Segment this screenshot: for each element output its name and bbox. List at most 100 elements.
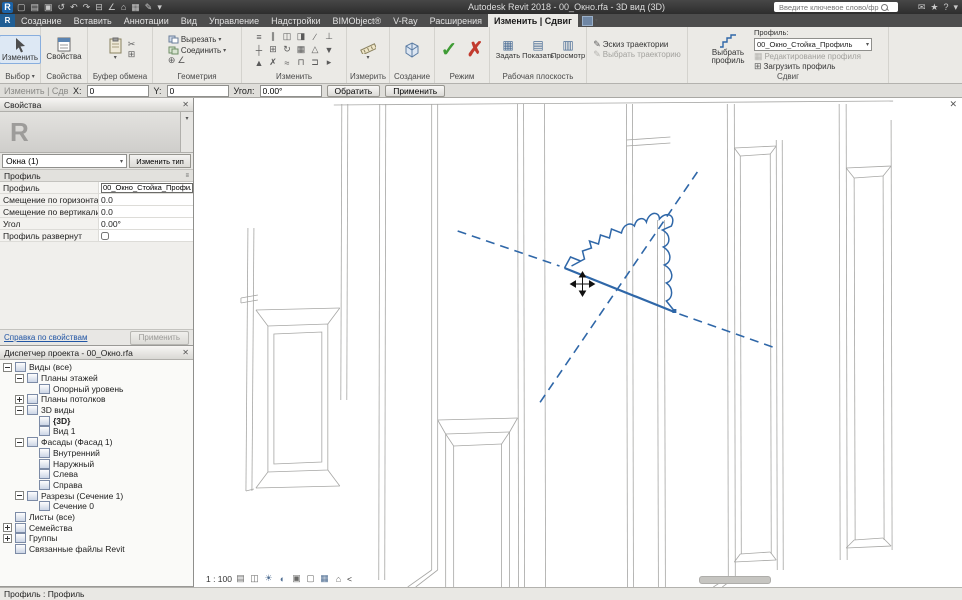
panel-select-label[interactable]: Выбор▾ [0,71,40,82]
close-icon[interactable]: ✕ [182,100,189,109]
reveal-hidden-icon[interactable]: ⌂ [333,573,344,584]
tree-item-3dviews[interactable]: 3D виды [0,405,193,416]
load-profile-button[interactable]: ⊞ Загрузить профиль [754,62,835,71]
view-close-icon[interactable]: ✕ [949,99,957,110]
more-tools-icon[interactable]: ▸ [322,56,336,69]
temporary-hide-icon[interactable]: ▦ [319,573,330,584]
tab-addins[interactable]: Надстройки [265,14,326,27]
workplane-viewer-button[interactable]: ▥ Просмотр [554,39,582,60]
mirror-pick-icon[interactable]: ◨ [294,30,308,43]
profile-flipped-checkbox[interactable] [101,232,109,240]
pick-path-button[interactable]: ✎ Выбрать траекторию [593,50,681,59]
tab-insert[interactable]: Вставить [68,14,118,27]
tab-extensions[interactable]: Расширения [424,14,488,27]
section-icon[interactable]: ▦ [131,0,140,14]
path-dashed-left[interactable] [458,231,560,266]
revit-logo-icon[interactable]: R [2,2,13,13]
trim-icon[interactable]: ⊥ [322,30,336,43]
expand-icon[interactable] [3,534,12,543]
tree-item-sections[interactable]: Разрезы (Сечение 1) [0,490,193,501]
apply-properties-button[interactable]: Применить [130,331,189,345]
tree-item-3d[interactable]: {3D} [0,415,193,426]
favorites-icon[interactable]: ★ [930,0,938,14]
file-tab[interactable]: R [0,14,15,27]
demolish-icon[interactable]: ∠ [177,56,185,65]
property-value[interactable]: 0.00° [99,218,193,229]
match-type-icon[interactable]: ≈ [280,56,294,69]
offset-icon[interactable]: ∥ [266,30,280,43]
x-input[interactable] [87,85,149,97]
drawing-canvas[interactable] [194,98,962,587]
tree-item-interior[interactable]: Внутренний [0,448,193,459]
tab-create[interactable]: Создание [15,14,68,27]
drawing-area[interactable]: ✕ 1 : 100 ▤ ◫ ☀ ◐ ▣ ▢ ▦ ⌂ < [193,98,962,587]
properties-header[interactable]: Свойства ✕ [0,98,193,112]
close-icon[interactable]: ✕ [182,348,189,357]
tree-item-revit-links[interactable]: Связанные файлы Revit [0,544,193,555]
tree-item-sheets[interactable]: Листы (все) [0,512,193,523]
rotate-icon[interactable]: ↻ [280,43,294,56]
tab-modify-sweep[interactable]: Изменить | Сдвиг [488,14,578,27]
tab-view[interactable]: Вид [175,14,203,27]
align-icon[interactable]: ≡ [252,30,266,43]
edit-type-button[interactable]: Изменить тип [129,154,191,168]
profile-name-input[interactable] [101,183,193,193]
shadows-icon[interactable]: ◐ [277,573,288,584]
scale-icon[interactable]: △ [308,43,322,56]
measure-qat-icon[interactable]: ∠ [108,0,116,14]
join-geometry-button[interactable]: Соединить▾ [168,45,226,55]
tree-item-elevations[interactable]: Фасады (Фасад 1) [0,437,193,448]
collapse-icon[interactable] [15,374,24,383]
collapse-icon[interactable] [15,491,24,500]
sun-path-icon[interactable]: ☀ [263,573,274,584]
split-icon[interactable]: ∕ [308,30,322,43]
save-icon[interactable]: ▣ [44,0,53,14]
open-icon[interactable]: ▤ [31,0,40,14]
sketch-path-button[interactable]: ✎ Эскиз траектории [593,40,668,49]
signin-caret-icon[interactable]: ▾ [953,0,958,14]
expand-icon[interactable] [15,395,24,404]
finish-mode-button[interactable]: ✓ [437,34,461,66]
tree-item-families[interactable]: Семейства [0,522,193,533]
copy-tool-icon[interactable]: ⊞ [266,43,280,56]
properties-help-link[interactable]: Справка по свойствам [4,333,87,342]
selection-dropdown[interactable]: ▾ [578,14,602,27]
new-icon[interactable]: ▢ [17,0,26,14]
tab-annotate[interactable]: Аннотации [118,14,175,27]
array-icon[interactable]: ▦ [294,43,308,56]
move-icon[interactable]: ┼ [252,43,266,56]
path-dashed-right[interactable] [679,314,778,349]
tree-item-section0[interactable]: Сечение 0 [0,501,193,512]
tree-item-right[interactable]: Справа [0,480,193,491]
set-workplane-button[interactable]: ▦ Задать [494,39,522,60]
apply-options-button[interactable]: Применить [385,85,445,97]
horizontal-scrollbar-thumb[interactable] [699,576,771,584]
select-profile-button[interactable]: Выбрать профиль [704,32,752,68]
thin-lines-icon[interactable]: ✎ [145,0,153,14]
crop-view-icon[interactable]: ▣ [291,573,302,584]
scale-control[interactable]: 1 : 100 [206,574,232,584]
tree-item-views[interactable]: Виды (все) [0,362,193,373]
paint-icon[interactable]: ⊕ [168,56,176,65]
edit-profile-button[interactable]: ▦ Редактирование профиля [754,52,861,61]
angle-input[interactable] [260,85,322,97]
default-3d-view-icon[interactable]: ⌂ [121,0,126,14]
sync-icon[interactable]: ↺ [58,0,66,14]
help-icon[interactable]: ? [943,0,948,14]
project-browser-header[interactable]: Диспетчер проекта - 00_Окно.rfa ✕ [0,346,193,360]
preview-dropdown-icon[interactable]: ▾ [180,112,193,152]
tab-vray[interactable]: V-Ray [387,14,424,27]
property-value[interactable]: 0.0 [99,206,193,217]
search-icon[interactable] [881,4,888,11]
copy-icon[interactable]: ⊞ [128,50,136,59]
unpin-icon[interactable]: ▲ [252,56,266,69]
tree-item-groups[interactable]: Группы [0,533,193,544]
paste-button[interactable]: ▾ [105,35,126,63]
type-selector[interactable]: Окна (1) ▾ [2,154,127,168]
redo-icon[interactable]: ↷ [83,0,91,14]
flip-button[interactable]: Обратить [327,85,381,97]
viewbar-collapse-icon[interactable]: < [347,574,352,584]
cut-icon[interactable]: ✂ [128,40,136,49]
show-workplane-button[interactable]: ▤ Показать [524,39,552,60]
y-input[interactable] [167,85,229,97]
